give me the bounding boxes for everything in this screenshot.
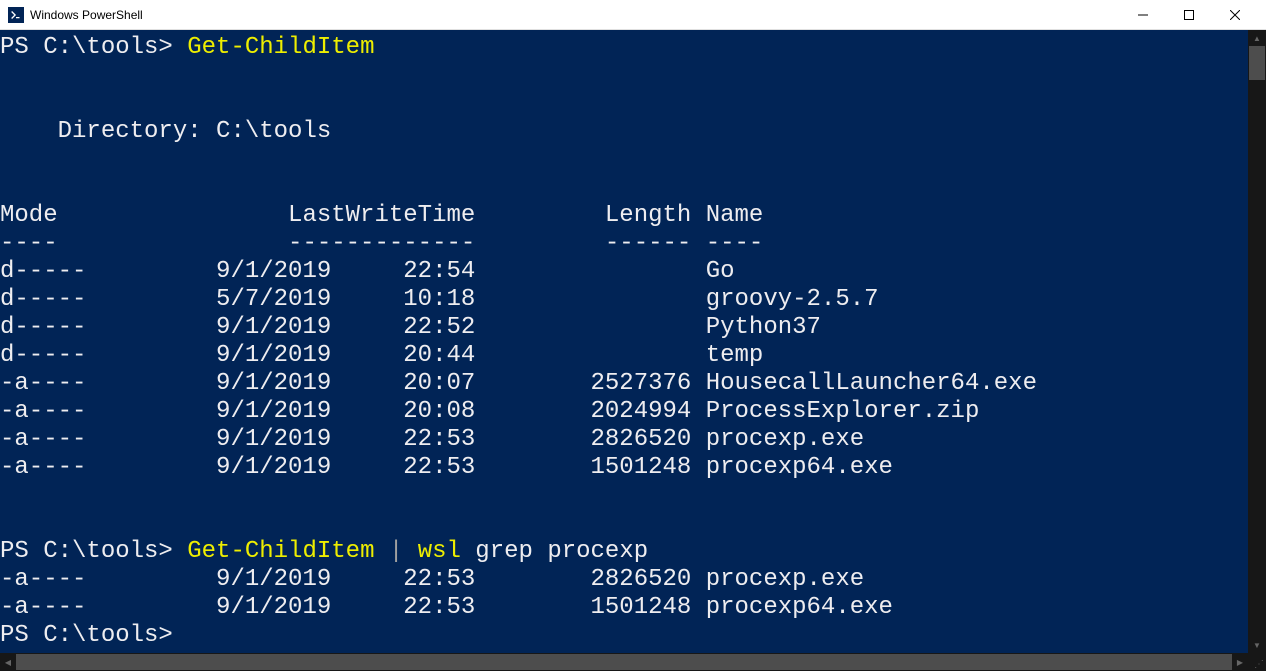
resize-grip[interactable]: ⋰ <box>1248 653 1266 671</box>
maximize-button[interactable] <box>1166 0 1212 30</box>
scroll-down-icon[interactable]: ▼ <box>1248 637 1266 653</box>
titlebar-left: Windows PowerShell <box>8 7 143 23</box>
vertical-scrollbar-thumb[interactable] <box>1249 46 1265 80</box>
list-item: -a---- 9/1/2019 22:53 1501248 procexp64.… <box>0 594 893 621</box>
pipe-text: | <box>374 538 417 565</box>
horizontal-scrollbar-thumb[interactable] <box>16 654 1232 670</box>
separator-line: ---- ------------- ------ ---- <box>0 230 763 257</box>
window-titlebar[interactable]: Windows PowerShell <box>0 0 1266 30</box>
terminal-wrapper: PS C:\tools> Get-ChildItem Directory: C:… <box>0 30 1266 671</box>
scroll-right-icon[interactable]: ▶ <box>1232 653 1248 671</box>
list-item: -a---- 9/1/2019 22:53 2826520 procexp.ex… <box>0 426 864 453</box>
list-item: -a---- 9/1/2019 22:53 2826520 procexp.ex… <box>0 566 864 593</box>
list-item: -a---- 9/1/2019 20:08 2024994 ProcessExp… <box>0 398 979 425</box>
directory-line: Directory: C:\tools <box>0 118 331 145</box>
command-text: Get-ChildItem <box>187 538 374 565</box>
horizontal-scrollbar[interactable]: ◀ ▶ <box>0 653 1266 671</box>
window-title: Windows PowerShell <box>30 8 143 22</box>
prompt-text: PS C:\tools> <box>0 538 187 565</box>
list-item: d----- 9/1/2019 22:54 Go <box>0 258 735 285</box>
command-args: grep procexp <box>461 538 648 565</box>
command-text: wsl <box>418 538 461 565</box>
header-line: Mode LastWriteTime Length Name <box>0 202 763 229</box>
command-text: Get-ChildItem <box>187 34 374 61</box>
list-item: d----- 9/1/2019 20:44 temp <box>0 342 763 369</box>
terminal[interactable]: PS C:\tools> Get-ChildItem Directory: C:… <box>0 30 1248 653</box>
vertical-scrollbar[interactable]: ▲ ▼ <box>1248 30 1266 653</box>
list-item: -a---- 9/1/2019 22:53 1501248 procexp64.… <box>0 454 893 481</box>
window-controls <box>1120 0 1258 30</box>
scroll-up-icon[interactable]: ▲ <box>1248 30 1266 46</box>
list-item: d----- 9/1/2019 22:52 Python37 <box>0 314 821 341</box>
prompt-text: PS C:\tools> <box>0 622 173 649</box>
minimize-button[interactable] <box>1120 0 1166 30</box>
list-item: -a---- 9/1/2019 20:07 2527376 HousecallL… <box>0 370 1037 397</box>
prompt-text: PS C:\tools> <box>0 34 187 61</box>
close-button[interactable] <box>1212 0 1258 30</box>
list-item: d----- 5/7/2019 10:18 groovy-2.5.7 <box>0 286 879 313</box>
scroll-left-icon[interactable]: ◀ <box>0 653 16 671</box>
powershell-icon <box>8 7 24 23</box>
